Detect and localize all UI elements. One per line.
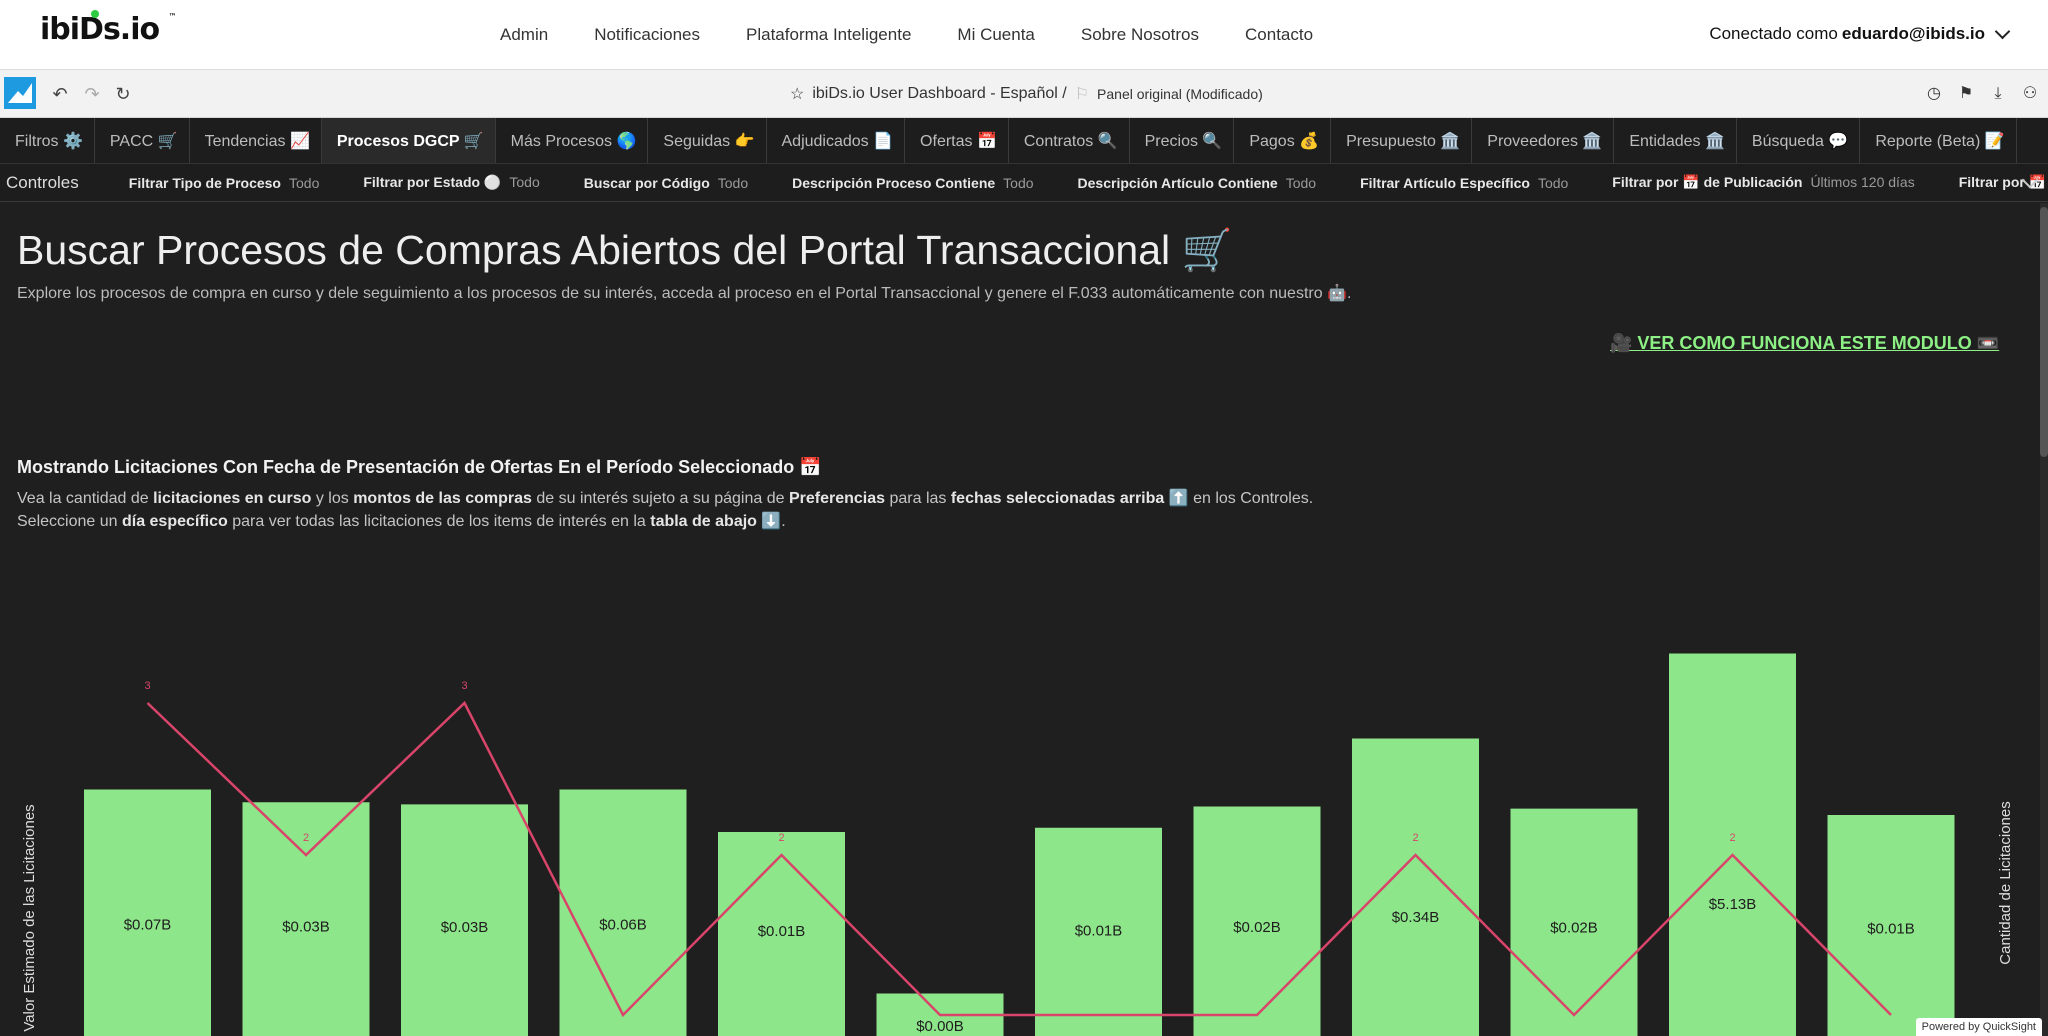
scrollbar[interactable] bbox=[2040, 203, 2048, 1036]
bar-value-label: $0.01B bbox=[758, 923, 806, 940]
tab-contratos[interactable]: Contratos 🔍 bbox=[1009, 118, 1130, 163]
control-fecha-publicacion[interactable]: Filtrar por 📅 de Publicación Últimos 120 … bbox=[1612, 174, 1914, 191]
chart-bar[interactable] bbox=[84, 789, 211, 1036]
control-descripcion-proceso[interactable]: Descripción Proceso Contiene Todo bbox=[792, 175, 1033, 191]
page-description: Explore los procesos de compra en curso … bbox=[17, 285, 1352, 302]
user-prefix: Conectado como bbox=[1709, 24, 1838, 43]
line-point-label: 2 bbox=[303, 832, 309, 844]
control-codigo[interactable]: Buscar por Código Todo bbox=[584, 175, 748, 191]
tab-presupuesto[interactable]: Presupuesto 🏛️ bbox=[1331, 118, 1473, 163]
description-line-1: Vea la cantidad de licitaciones en curso… bbox=[17, 490, 1314, 507]
main-nav: Admin Notificaciones Plataforma Intelige… bbox=[500, 0, 1359, 70]
bookmarks-icon[interactable]: ⚑ bbox=[1956, 84, 1976, 104]
undo-icon[interactable]: ↶ bbox=[50, 84, 70, 104]
tab-seguidas[interactable]: Seguidas 👉 bbox=[648, 118, 767, 163]
bar-value-label: $0.03B bbox=[282, 918, 330, 935]
tab-adjudicados[interactable]: Adjudicados 📄 bbox=[767, 118, 906, 163]
redo-icon[interactable]: ↷ bbox=[82, 84, 102, 104]
quicksight-logo-icon[interactable] bbox=[4, 77, 36, 109]
nav-notificaciones[interactable]: Notificaciones bbox=[594, 25, 700, 45]
bar-value-label: $0.02B bbox=[1233, 919, 1281, 936]
powered-by-badge: Powered by QuickSight bbox=[1915, 1018, 2042, 1036]
chart-heading: Mostrando Licitaciones Con Fecha de Pres… bbox=[17, 457, 822, 477]
control-descripcion-articulo[interactable]: Descripción Artículo Contiene Todo bbox=[1078, 175, 1317, 191]
control-articulo-especifico[interactable]: Filtrar Artículo Específico Todo bbox=[1360, 175, 1568, 191]
user-email: eduardo@ibids.io bbox=[1841, 24, 1985, 43]
y-axis-left-label: Valor Estimado de las Licitaciones bbox=[21, 804, 38, 1031]
line-point-label: 2 bbox=[778, 832, 784, 844]
nav-mi-cuenta[interactable]: Mi Cuenta bbox=[957, 25, 1034, 45]
control-estado[interactable]: Filtrar por Estado ⚪ Todo bbox=[363, 174, 539, 191]
bar-value-label: $0.01B bbox=[1075, 922, 1123, 939]
sheet-tabs: Filtros ⚙️ PACC 🛒 Tendencias 📈 Procesos … bbox=[0, 118, 2048, 164]
tab-pacc[interactable]: PACC 🛒 bbox=[95, 118, 190, 163]
tab-pagos[interactable]: Pagos 💰 bbox=[1234, 118, 1332, 163]
page-title: Buscar Procesos de Compras Abiertos del … bbox=[17, 227, 1233, 273]
chart-bar[interactable] bbox=[559, 789, 687, 1036]
tab-entidades[interactable]: Entidades 🏛️ bbox=[1614, 118, 1737, 163]
tab-reporte-beta[interactable]: Reporte (Beta) 📝 bbox=[1860, 118, 2017, 163]
y-axis-right-label: Cantidad de Licitaciones bbox=[1997, 801, 2014, 964]
nav-admin[interactable]: Admin bbox=[500, 25, 548, 45]
how-it-works-link[interactable]: 🎥 VER COMO FUNCIONA ESTE MODULO 📼 bbox=[1610, 333, 1999, 354]
tab-mas-procesos[interactable]: Más Procesos 🌎 bbox=[496, 118, 649, 163]
controls-label[interactable]: Controles bbox=[6, 173, 79, 193]
chart-description: Vea la cantidad de licitaciones en curso… bbox=[17, 487, 1313, 533]
line-point-label: 2 bbox=[1412, 832, 1418, 844]
trademark-mark: ™ bbox=[168, 12, 177, 21]
site-header: ibiDs.io ™ Admin Notificaciones Platafor… bbox=[0, 0, 2048, 70]
tab-proveedores[interactable]: Proveedores 🏛️ bbox=[1472, 118, 1615, 163]
line-point-label: 2 bbox=[1729, 832, 1735, 844]
dashboard-title-area: ☆ ibiDs.io User Dashboard - Español / ⚐ … bbox=[790, 84, 1263, 104]
bar-value-label: $0.03B bbox=[441, 919, 489, 936]
dashboard-title: ibiDs.io User Dashboard - Español / bbox=[812, 85, 1067, 102]
chart-bar[interactable] bbox=[1352, 738, 1479, 1036]
bar-value-label: $0.02B bbox=[1550, 919, 1598, 936]
chevron-down-icon bbox=[1994, 23, 2011, 39]
user-icon[interactable]: ⚇ bbox=[2020, 84, 2040, 104]
combo-chart[interactable]: 3 2 3 2 2 2 $0.07B $0.03B $0.03B $0.06B $0.01B $0.0… bbox=[0, 543, 2048, 1036]
chart-bar[interactable] bbox=[1669, 653, 1796, 1036]
dashboard-toolbar: ↶ ↷ ↻ ☆ ibiDs.io User Dashboard - Españo… bbox=[0, 70, 2048, 118]
nav-plataforma-inteligente[interactable]: Plataforma Inteligente bbox=[746, 25, 911, 45]
star-icon[interactable]: ☆ bbox=[790, 84, 804, 104]
download-icon[interactable]: ⤓ bbox=[1988, 84, 2008, 104]
control-tipo-proceso[interactable]: Filtrar Tipo de Proceso Todo bbox=[129, 175, 320, 191]
toolbar-right-icons: ◷ ⚑ ⤓ ⚇ bbox=[1924, 84, 2040, 104]
bar-value-label: $0.06B bbox=[599, 917, 647, 934]
scrollbar-thumb[interactable] bbox=[2040, 207, 2048, 457]
tab-busqueda[interactable]: Búsqueda 💬 bbox=[1737, 118, 1861, 163]
logo-text: ibiDs.io bbox=[40, 12, 160, 47]
logo-dot-icon bbox=[91, 10, 99, 18]
bar-value-label: $0.34B bbox=[1392, 909, 1440, 926]
chart-svg[interactable]: 3 2 3 2 2 2 $0.07B $0.03B $0.03B $0.06B $0.01B $0.0… bbox=[0, 543, 2048, 1036]
tab-filtros[interactable]: Filtros ⚙️ bbox=[0, 118, 95, 163]
site-logo[interactable]: ibiDs.io ™ bbox=[40, 10, 177, 47]
bar-value-label: $0.00B bbox=[916, 1018, 964, 1035]
tab-ofertas[interactable]: Ofertas 📅 bbox=[905, 118, 1009, 163]
sheet-content: Buscar Procesos de Compras Abiertos del … bbox=[0, 203, 2048, 1036]
sheet-name[interactable]: Panel original (Modificado) bbox=[1097, 86, 1263, 102]
tab-precios[interactable]: Precios 🔍 bbox=[1130, 118, 1235, 163]
schedule-icon[interactable]: ◷ bbox=[1924, 84, 1944, 104]
line-point-label: 3 bbox=[461, 680, 467, 692]
nav-contacto[interactable]: Contacto bbox=[1245, 25, 1313, 45]
line-point-label: 3 bbox=[144, 680, 150, 692]
bar-value-label: $0.07B bbox=[124, 917, 172, 934]
bookmark-icon: ⚐ bbox=[1074, 86, 1090, 103]
tab-tendencias[interactable]: Tendencias 📈 bbox=[190, 118, 322, 163]
nav-sobre-nosotros[interactable]: Sobre Nosotros bbox=[1081, 25, 1199, 45]
reset-icon[interactable]: ↻ bbox=[113, 84, 133, 104]
tab-procesos-dgcp[interactable]: Procesos DGCP 🛒 bbox=[321, 118, 496, 163]
controls-bar: Controles Filtrar Tipo de Proceso Todo Fi… bbox=[0, 164, 2048, 202]
user-menu[interactable]: Conectado como eduardo@ibids.io bbox=[1709, 23, 2011, 44]
description-line-2: Seleccione un día específico para ver to… bbox=[17, 513, 786, 530]
bar-value-label: $0.01B bbox=[1867, 920, 1915, 937]
bar-value-label: $5.13B bbox=[1709, 896, 1757, 913]
